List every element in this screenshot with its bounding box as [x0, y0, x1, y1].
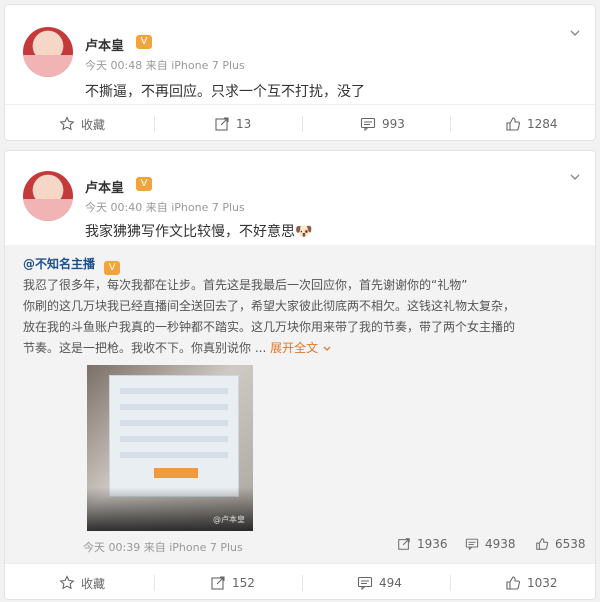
star-icon — [59, 575, 75, 590]
avatar[interactable] — [23, 171, 73, 221]
screen-image — [109, 375, 239, 497]
repost-time: 今天 00:39 — [83, 541, 141, 554]
post-time: 今天 00:48 — [85, 59, 143, 72]
avatar[interactable] — [23, 27, 73, 77]
like-count: 6538 — [555, 537, 586, 551]
post-meta: 今天 00:40 来自 iPhone 7 Plus — [85, 199, 245, 215]
thumbs-up-icon — [506, 576, 520, 590]
repost-line: 你刷的这几万块我已经直播间全送回去了，希望大家彼此彻底两不相欠。这钱这礼物太复杂… — [23, 299, 516, 313]
expand-link[interactable]: 展开全文 — [270, 341, 332, 355]
comment-button[interactable]: 993 — [360, 105, 405, 143]
like-count: 1032 — [527, 576, 558, 590]
chevron-down-icon — [323, 346, 331, 351]
image-row — [120, 420, 228, 426]
thumbs-up-icon — [536, 538, 549, 550]
source-device: iPhone 7 Plus — [171, 59, 245, 72]
comment-icon — [465, 538, 479, 551]
repost-count: 13 — [236, 117, 252, 131]
expand-label: 展开全文 — [270, 341, 319, 355]
source-prefix: 来自 — [145, 201, 168, 214]
repost-button[interactable]: 152 — [210, 564, 255, 602]
vip-icon: V — [104, 261, 121, 275]
divider — [450, 575, 451, 591]
divider — [450, 116, 451, 132]
like-button[interactable]: 1032 — [505, 564, 558, 602]
repost-meta: 今天 00:39 来自 iPhone 7 Plus — [83, 539, 243, 555]
star-icon — [59, 116, 75, 131]
comment-icon — [357, 576, 373, 591]
vip-icon: V — [136, 177, 152, 191]
source-device: iPhone 7 Plus — [171, 201, 245, 214]
action-bar: 收藏 13 993 1284 — [5, 104, 595, 143]
action-bar: 收藏 152 494 1032 — [5, 563, 595, 602]
repost-text: 我忍了很多年，每次我都在让步。首先这是我最后一次回应你，首先谢谢你的“礼物” 你… — [23, 275, 583, 359]
comment-button[interactable]: 494 — [357, 564, 402, 602]
image-button — [154, 468, 198, 478]
post-text-body: 我家狒狒写作文比较慢，不好意思 — [85, 224, 295, 240]
image-row — [120, 436, 228, 442]
repost-icon — [398, 538, 410, 550]
repost-icon — [211, 576, 225, 590]
post-time: 今天 00:40 — [85, 201, 143, 214]
source-device: iPhone 7 Plus — [169, 541, 243, 554]
author-name[interactable]: 卢本皇 — [85, 177, 124, 196]
image-row — [120, 404, 228, 410]
favorite-button[interactable]: 收藏 — [59, 105, 105, 143]
image-row — [120, 452, 228, 458]
repost-image[interactable]: @卢本皇 — [87, 365, 253, 531]
source-prefix: 来自 — [145, 59, 168, 72]
favorite-button[interactable]: 收藏 — [59, 564, 105, 602]
repost-line: 我忍了很多年，每次我都在让步。首先这是我最后一次回应你，首先谢谢你的“礼物” — [23, 278, 468, 292]
repost-button[interactable]: 13 — [214, 105, 251, 143]
chevron-down-icon[interactable] — [569, 171, 581, 183]
repost-icon — [215, 117, 229, 131]
post-meta: 今天 00:48 来自 iPhone 7 Plus — [85, 57, 245, 73]
post-card-1: 卢本皇 V 今天 00:48 来自 iPhone 7 Plus 不撕逼，不再回应… — [4, 4, 596, 141]
divider — [302, 116, 303, 132]
repost-repost-button[interactable]: 1936 — [397, 537, 448, 551]
repost-line-last: 节奏。这是一把枪。我收不下。你真别说你 ... 展开全文 — [23, 338, 583, 359]
image-watermark: @卢本皇 — [213, 515, 245, 524]
divider — [154, 116, 155, 132]
post-card-2: 卢本皇 V 今天 00:40 来自 iPhone 7 Plus 我家狒狒写作文比… — [4, 150, 596, 600]
chevron-down-icon[interactable] — [569, 27, 581, 39]
like-count: 1284 — [527, 117, 558, 131]
repost-header: @不知名主播 V — [23, 253, 121, 275]
comment-icon — [360, 117, 376, 132]
comment-count: 494 — [379, 576, 402, 590]
repost-comment-button[interactable]: 4938 — [465, 537, 516, 551]
favorite-label: 收藏 — [81, 117, 106, 132]
repost-author[interactable]: @不知名主播 — [23, 257, 95, 271]
vip-icon: V — [136, 35, 152, 49]
divider — [302, 575, 303, 591]
comment-count: 4938 — [485, 537, 516, 551]
author-name[interactable]: 卢本皇 — [85, 35, 124, 54]
repost-block[interactable]: @不知名主播 V 我忍了很多年，每次我都在让步。首先这是我最后一次回应你，首先谢… — [5, 245, 595, 563]
post-text: 不撕逼，不再回应。只求一个互不打扰，没了 — [85, 84, 365, 100]
dog-emoji-icon: 🐶 — [295, 224, 313, 240]
repost-line: 放在我的斗鱼账户我真的一秒钟都不踏实。这几万块你用来带了我的节奏，带了两个女主播… — [23, 320, 516, 334]
image-row — [120, 388, 228, 394]
post-text: 我家狒狒写作文比较慢，不好意思🐶 — [85, 221, 312, 241]
favorite-label: 收藏 — [81, 576, 106, 591]
repost-like-button[interactable]: 6538 — [535, 537, 586, 551]
repost-count: 152 — [232, 576, 255, 590]
source-prefix: 来自 — [143, 541, 166, 554]
repost-line: 节奏。这是一把枪。我收不下。你真别说你 ... — [23, 341, 271, 355]
thumbs-up-icon — [506, 117, 520, 131]
repost-count: 1936 — [417, 537, 448, 551]
like-button[interactable]: 1284 — [505, 105, 558, 143]
comment-count: 993 — [382, 117, 405, 131]
divider — [154, 575, 155, 591]
